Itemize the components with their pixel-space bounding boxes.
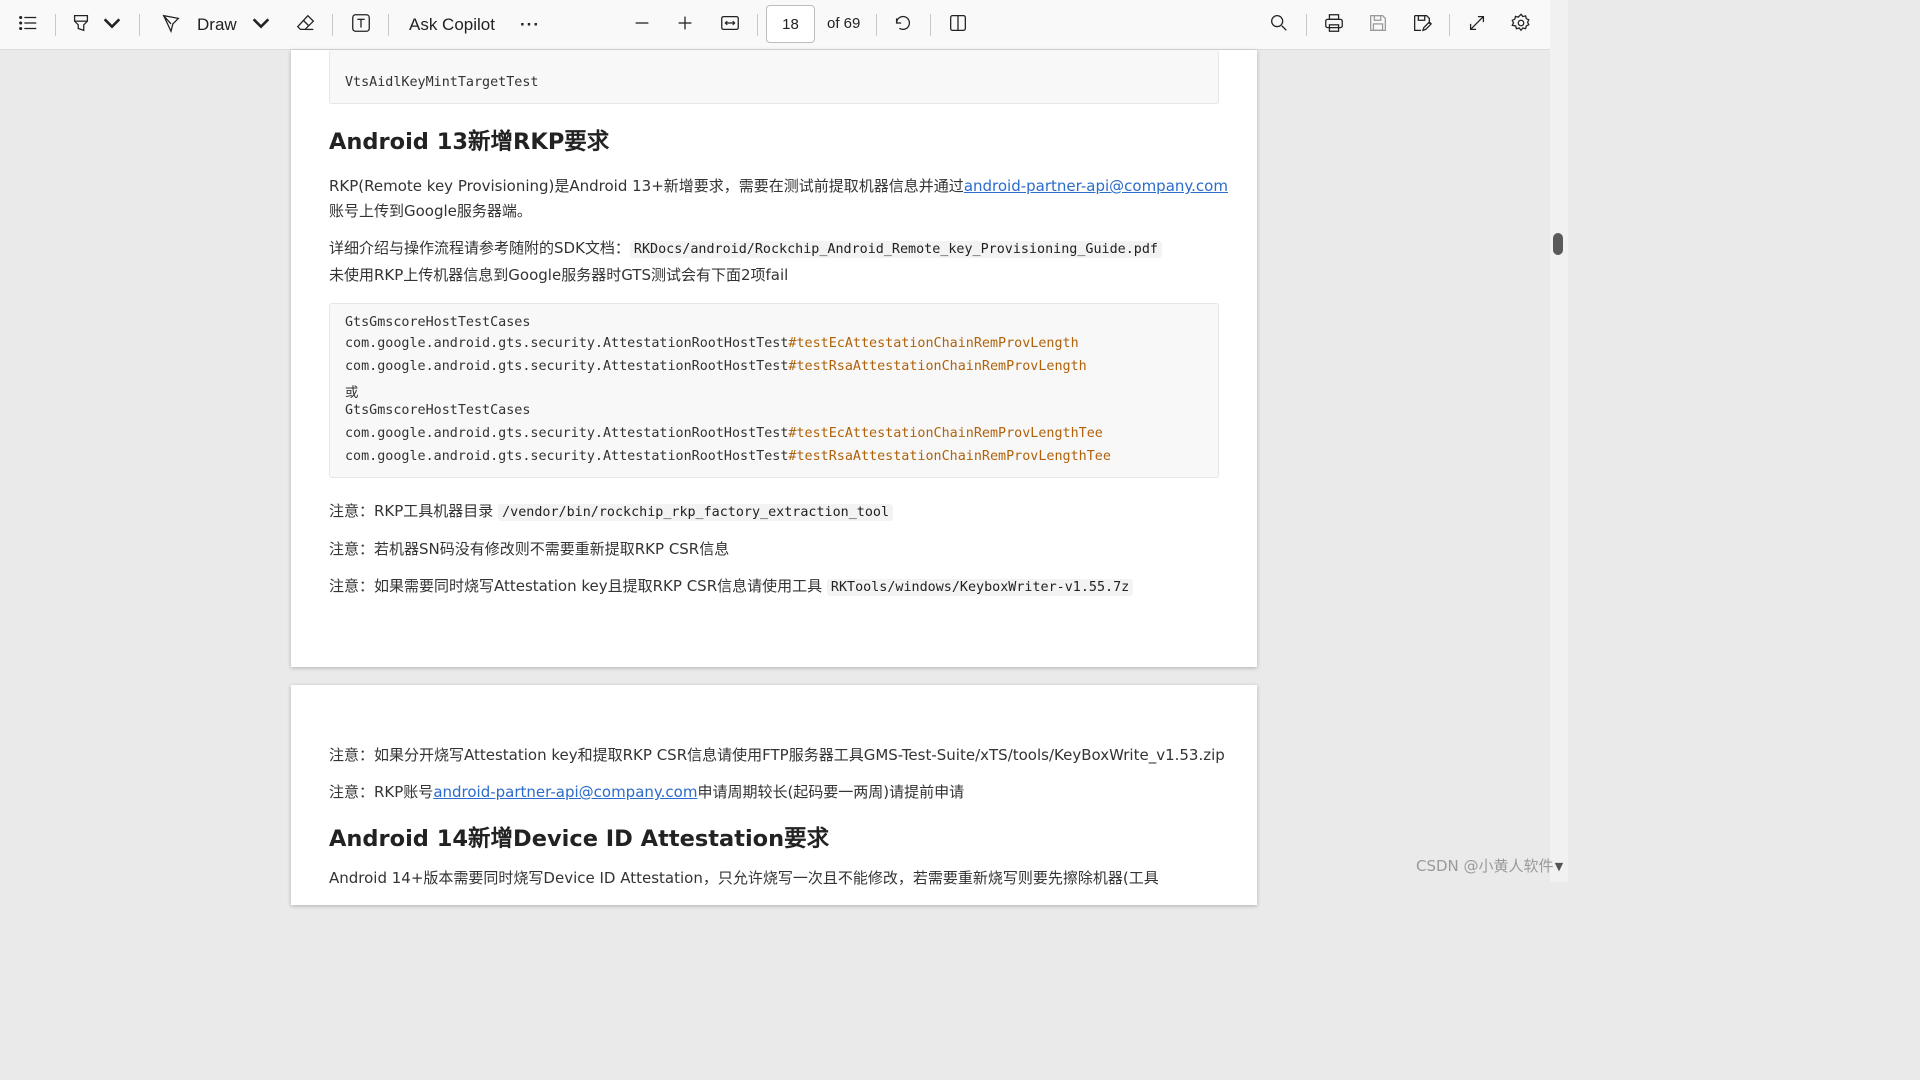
- ask-copilot-button[interactable]: Ask Copilot: [403, 7, 501, 43]
- code-block: VtsAidlKeyMintTargetTest: [329, 50, 1219, 104]
- paragraph: RKP(Remote key Provisioning)是Android 13+…: [329, 175, 1228, 196]
- minus-icon: [631, 12, 653, 39]
- book-icon: [947, 12, 969, 39]
- paragraph-text: 申请周期较长(起码要一两周)请提前申请: [697, 783, 965, 801]
- gear-icon: [1510, 12, 1532, 39]
- table-of-contents-button[interactable]: [10, 7, 46, 43]
- chevron-down-icon: [250, 12, 272, 39]
- inline-code-path: RKDocs/android/Rockchip_Android_Remote_k…: [629, 241, 1162, 258]
- page-view-button[interactable]: [940, 7, 976, 43]
- code-line: GtsGmscoreHostTestCases: [345, 315, 531, 330]
- draw-label: Draw: [197, 15, 237, 34]
- pen-icon: [160, 12, 182, 39]
- paragraph-text: Android 14+版本需要同时烧写Device ID Attestation…: [329, 869, 1159, 887]
- code-line: com.google.android.gts.security.Attestat…: [345, 426, 1103, 441]
- scrollbar-thumb[interactable]: [1553, 233, 1563, 255]
- paragraph-text: RKP(Remote key Provisioning)是Android 13+…: [329, 177, 964, 195]
- settings-button[interactable]: [1503, 7, 1539, 43]
- paragraph: 详细介绍与操作流程请参考随附的SDK文档： RKDocs/android/Rock…: [329, 237, 1162, 258]
- highlight-button[interactable]: [63, 7, 99, 43]
- highlighter-icon: [70, 12, 92, 39]
- note-paragraph: 注意：RKP账号android-partner-api@company.com申…: [329, 781, 964, 802]
- save-button[interactable]: [1360, 7, 1396, 43]
- watermark: CSDN @小黄人软件: [1416, 857, 1554, 875]
- page-count: of 69: [827, 15, 861, 32]
- fit-to-width-button[interactable]: [712, 7, 748, 43]
- save-icon: [1367, 12, 1389, 39]
- code-line: GtsGmscoreHostTestCases: [345, 403, 531, 418]
- ask-copilot-label: Ask Copilot: [409, 15, 495, 34]
- printer-icon: [1323, 12, 1345, 39]
- expand-icon: [1466, 12, 1488, 39]
- draw-options-button[interactable]: [250, 7, 272, 43]
- pdf-toolbar: Draw Ask Copilot ··· 18 of 69: [0, 0, 1550, 50]
- toolbar-divider: [139, 14, 140, 36]
- toolbar-divider: [1449, 14, 1450, 36]
- paragraph-text: 注意：RKP账号: [329, 783, 434, 801]
- section-heading-device-id: Android 14新增Device ID Attestation要求: [329, 826, 830, 852]
- code-line: 或: [345, 386, 359, 401]
- code-block: GtsGmscoreHostTestCases com.google.andro…: [329, 303, 1219, 478]
- note-paragraph: 注意：RKP工具机器目录 /vendor/bin/rockchip_rkp_fa…: [329, 500, 894, 521]
- more-icon: ···: [520, 15, 540, 34]
- paragraph-text: 详细介绍与操作流程请参考随附的SDK文档：: [329, 239, 630, 257]
- code-line: com.google.android.gts.security.Attestat…: [345, 449, 1111, 464]
- page-number-input[interactable]: [766, 5, 815, 43]
- toolbar-divider: [55, 14, 56, 36]
- section-heading-rkp: Android 13新增RKP要求: [329, 129, 610, 155]
- list-icon: [17, 12, 39, 39]
- erase-button[interactable]: [288, 7, 324, 43]
- inline-code-path: /vendor/bin/rockchip_rkp_factory_extract…: [498, 504, 894, 521]
- text-box-icon: [350, 12, 372, 39]
- zoom-out-button[interactable]: [624, 7, 660, 43]
- toolbar-divider: [332, 14, 333, 36]
- rotate-icon: [892, 12, 914, 39]
- chevron-down-icon: [101, 12, 123, 39]
- pdf-page: VtsAidlKeyMintTargetTest Android 13新增RKP…: [291, 50, 1257, 667]
- more-options-button[interactable]: ···: [512, 7, 548, 43]
- code-line: com.google.android.gts.security.Attestat…: [345, 359, 1087, 374]
- fit-width-icon: [719, 12, 741, 39]
- toolbar-divider: [930, 14, 931, 36]
- note-paragraph: 注意：若机器SN码没有修改则不需要重新提取RKP CSR信息: [329, 540, 730, 558]
- vertical-scrollbar[interactable]: [1550, 0, 1568, 882]
- highlight-options-button[interactable]: [101, 7, 123, 43]
- search-icon: [1268, 12, 1290, 39]
- toolbar-divider: [757, 14, 758, 36]
- inline-code-path: RKTools/windows/KeyboxWriter-v1.55.7z: [826, 579, 1134, 596]
- paragraph-text: 账号上传到Google服务器端。: [329, 202, 532, 220]
- add-text-button[interactable]: [343, 7, 379, 43]
- pdf-page: 注意：如果分开烧写Attestation key和提取RKP CSR信息请使用F…: [291, 685, 1257, 905]
- code-line: VtsAidlKeyMintTargetTest: [345, 75, 539, 90]
- code-line: com.google.android.gts.security.Attestat…: [345, 336, 1079, 351]
- email-link[interactable]: android-partner-api@company.com: [964, 177, 1228, 195]
- rotate-button[interactable]: [885, 7, 921, 43]
- toolbar-divider: [388, 14, 389, 36]
- print-button[interactable]: [1316, 7, 1352, 43]
- eraser-icon: [295, 12, 317, 39]
- email-link[interactable]: android-partner-api@company.com: [433, 783, 697, 801]
- paragraph-text: 注意：如果需要同时烧写Attestation key且提取RKP CSR信息请使…: [329, 577, 827, 595]
- toolbar-divider: [876, 14, 877, 36]
- full-screen-button[interactable]: [1459, 7, 1495, 43]
- note-paragraph: 注意：如果分开烧写Attestation key和提取RKP CSR信息请使用F…: [329, 746, 1225, 764]
- save-as-icon: [1411, 12, 1433, 39]
- draw-button[interactable]: Draw: [156, 7, 241, 43]
- note-paragraph: 注意：如果需要同时烧写Attestation key且提取RKP CSR信息请使…: [329, 575, 1134, 596]
- paragraph-text: 注意：RKP工具机器目录: [329, 502, 499, 520]
- search-button[interactable]: [1261, 7, 1297, 43]
- plus-icon: [674, 12, 696, 39]
- zoom-in-button[interactable]: [667, 7, 703, 43]
- paragraph-text: 未使用RKP上传机器信息到Google服务器时GTS测试会有下面2项fail: [329, 266, 789, 284]
- save-as-button[interactable]: [1404, 7, 1440, 43]
- toolbar-divider: [1306, 14, 1307, 36]
